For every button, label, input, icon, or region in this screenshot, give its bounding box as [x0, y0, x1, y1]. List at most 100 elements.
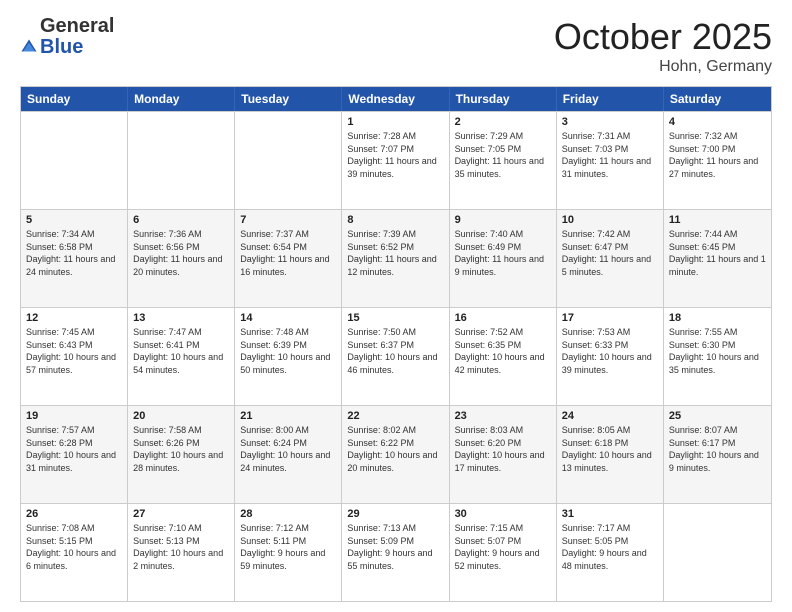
cell-info-text: Sunrise: 8:07 AM Sunset: 6:17 PM Dayligh… — [669, 424, 766, 474]
day-number: 12 — [26, 312, 122, 324]
calendar-cell: 25 Sunrise: 8:07 AM Sunset: 6:17 PM Dayli… — [664, 406, 771, 503]
calendar-cell: 10 Sunrise: 7:42 AM Sunset: 6:47 PM Dayli… — [557, 210, 664, 307]
calendar-cell: 27Sunrise: 7:10 AM Sunset: 5:13 PM Dayli… — [128, 504, 235, 601]
day-number: 13 — [133, 312, 229, 324]
day-number: 18 — [669, 312, 766, 324]
day-number: 17 — [562, 312, 658, 324]
day-number: 15 — [347, 312, 443, 324]
cell-info-text: Sunrise: 7:48 AM Sunset: 6:39 PM Dayligh… — [240, 326, 336, 376]
calendar-cell: 2Sunrise: 7:29 AM Sunset: 7:05 PM Daylig… — [450, 112, 557, 209]
day-number: 10 — [562, 214, 658, 226]
day-number: 25 — [669, 410, 766, 422]
day-number: 14 — [240, 312, 336, 324]
cell-info-text: Sunrise: 7:29 AM Sunset: 7:05 PM Dayligh… — [455, 130, 551, 180]
day-number: 6 — [133, 214, 229, 226]
calendar-cell: 8 Sunrise: 7:39 AM Sunset: 6:52 PM Daylig… — [342, 210, 449, 307]
cell-info-text: Sunrise: 8:00 AM Sunset: 6:24 PM Dayligh… — [240, 424, 336, 474]
cell-info-text: Sunrise: 7:52 AM Sunset: 6:35 PM Dayligh… — [455, 326, 551, 376]
calendar-cell: 4Sunrise: 7:32 AM Sunset: 7:00 PM Daylig… — [664, 112, 771, 209]
calendar-cell: 1 Sunrise: 7:28 AM Sunset: 7:07 PM Daylig… — [342, 112, 449, 209]
title-block: October 2025 Hohn, Germany — [554, 16, 772, 76]
day-number: 9 — [455, 214, 551, 226]
calendar-cell: 14 Sunrise: 7:48 AM Sunset: 6:39 PM Dayli… — [235, 308, 342, 405]
calendar-cell: 5 Sunrise: 7:34 AM Sunset: 6:58 PM Daylig… — [21, 210, 128, 307]
day-header-thursday: Thursday — [450, 87, 557, 111]
cell-info-text: Sunrise: 7:36 AM Sunset: 6:56 PM Dayligh… — [133, 228, 229, 278]
day-header-sunday: Sunday — [21, 87, 128, 111]
calendar-cell: 26 Sunrise: 7:08 AM Sunset: 5:15 PM Dayli… — [21, 504, 128, 601]
logo: General Blue — [20, 16, 114, 58]
cell-info-text: Sunrise: 7:40 AM Sunset: 6:49 PM Dayligh… — [455, 228, 551, 278]
cell-info-text: Sunrise: 7:31 AM Sunset: 7:03 PM Dayligh… — [562, 130, 658, 180]
cell-info-text: Sunrise: 7:34 AM Sunset: 6:58 PM Dayligh… — [26, 228, 122, 278]
calendar-cell: 9 Sunrise: 7:40 AM Sunset: 6:49 PM Daylig… — [450, 210, 557, 307]
logo-general-text: General — [40, 15, 114, 37]
cell-info-text: Sunrise: 7:42 AM Sunset: 6:47 PM Dayligh… — [562, 228, 658, 278]
day-header-wednesday: Wednesday — [342, 87, 449, 111]
day-number: 24 — [562, 410, 658, 422]
logo-blue-text: Blue — [40, 36, 83, 58]
day-number: 8 — [347, 214, 443, 226]
day-number: 30 — [455, 508, 551, 520]
calendar-cell: 7Sunrise: 7:37 AM Sunset: 6:54 PM Daylig… — [235, 210, 342, 307]
location: Hohn, Germany — [554, 58, 772, 76]
day-number: 31 — [562, 508, 658, 520]
cell-info-text: Sunrise: 7:57 AM Sunset: 6:28 PM Dayligh… — [26, 424, 122, 474]
calendar-row-0: 1 Sunrise: 7:28 AM Sunset: 7:07 PM Daylig… — [21, 111, 771, 209]
day-number: 26 — [26, 508, 122, 520]
logo-icon — [20, 38, 38, 56]
cell-info-text: Sunrise: 7:12 AM Sunset: 5:11 PM Dayligh… — [240, 522, 336, 572]
cell-info-text: Sunrise: 7:08 AM Sunset: 5:15 PM Dayligh… — [26, 522, 122, 572]
calendar-cell: 20 Sunrise: 7:58 AM Sunset: 6:26 PM Dayli… — [128, 406, 235, 503]
cell-info-text: Sunrise: 7:10 AM Sunset: 5:13 PM Dayligh… — [133, 522, 229, 572]
calendar-cell: 24 Sunrise: 8:05 AM Sunset: 6:18 PM Dayli… — [557, 406, 664, 503]
day-number: 23 — [455, 410, 551, 422]
cell-info-text: Sunrise: 7:28 AM Sunset: 7:07 PM Dayligh… — [347, 130, 443, 180]
day-header-friday: Friday — [557, 87, 664, 111]
calendar-cell — [664, 504, 771, 601]
cell-info-text: Sunrise: 7:17 AM Sunset: 5:05 PM Dayligh… — [562, 522, 658, 572]
calendar-body: 1 Sunrise: 7:28 AM Sunset: 7:07 PM Daylig… — [21, 111, 771, 601]
cell-info-text: Sunrise: 7:13 AM Sunset: 5:09 PM Dayligh… — [347, 522, 443, 572]
calendar-cell — [235, 112, 342, 209]
calendar-cell: 29Sunrise: 7:13 AM Sunset: 5:09 PM Dayli… — [342, 504, 449, 601]
cell-info-text: Sunrise: 8:05 AM Sunset: 6:18 PM Dayligh… — [562, 424, 658, 474]
cell-info-text: Sunrise: 8:03 AM Sunset: 6:20 PM Dayligh… — [455, 424, 551, 474]
cell-info-text: Sunrise: 7:39 AM Sunset: 6:52 PM Dayligh… — [347, 228, 443, 278]
cell-info-text: Sunrise: 7:58 AM Sunset: 6:26 PM Dayligh… — [133, 424, 229, 474]
calendar-cell: 18Sunrise: 7:55 AM Sunset: 6:30 PM Dayli… — [664, 308, 771, 405]
calendar-cell: 16 Sunrise: 7:52 AM Sunset: 6:35 PM Dayli… — [450, 308, 557, 405]
calendar-cell: 11Sunrise: 7:44 AM Sunset: 6:45 PM Dayli… — [664, 210, 771, 307]
calendar-cell: 21 Sunrise: 8:00 AM Sunset: 6:24 PM Dayli… — [235, 406, 342, 503]
calendar-cell: 12 Sunrise: 7:45 AM Sunset: 6:43 PM Dayli… — [21, 308, 128, 405]
calendar-row-3: 19 Sunrise: 7:57 AM Sunset: 6:28 PM Dayli… — [21, 405, 771, 503]
calendar: SundayMondayTuesdayWednesdayThursdayFrid… — [20, 86, 772, 602]
calendar-cell: 19 Sunrise: 7:57 AM Sunset: 6:28 PM Dayli… — [21, 406, 128, 503]
calendar-row-4: 26 Sunrise: 7:08 AM Sunset: 5:15 PM Dayli… — [21, 503, 771, 601]
calendar-cell: 3Sunrise: 7:31 AM Sunset: 7:03 PM Daylig… — [557, 112, 664, 209]
calendar-cell: 30 Sunrise: 7:15 AM Sunset: 5:07 PM Dayli… — [450, 504, 557, 601]
month-title: October 2025 — [554, 16, 772, 58]
cell-info-text: Sunrise: 7:45 AM Sunset: 6:43 PM Dayligh… — [26, 326, 122, 376]
day-number: 19 — [26, 410, 122, 422]
day-number: 1 — [347, 116, 443, 128]
calendar-cell: 6 Sunrise: 7:36 AM Sunset: 6:56 PM Daylig… — [128, 210, 235, 307]
page: General Blue October 2025 Hohn, Germany … — [0, 0, 792, 612]
day-number: 5 — [26, 214, 122, 226]
day-number: 28 — [240, 508, 336, 520]
calendar-cell — [128, 112, 235, 209]
calendar-cell — [21, 112, 128, 209]
calendar-row-1: 5 Sunrise: 7:34 AM Sunset: 6:58 PM Daylig… — [21, 209, 771, 307]
day-number: 21 — [240, 410, 336, 422]
calendar-cell: 23 Sunrise: 8:03 AM Sunset: 6:20 PM Dayli… — [450, 406, 557, 503]
cell-info-text: Sunrise: 7:50 AM Sunset: 6:37 PM Dayligh… — [347, 326, 443, 376]
day-number: 20 — [133, 410, 229, 422]
cell-info-text: Sunrise: 7:32 AM Sunset: 7:00 PM Dayligh… — [669, 130, 766, 180]
day-number: 7 — [240, 214, 336, 226]
calendar-cell: 17Sunrise: 7:53 AM Sunset: 6:33 PM Dayli… — [557, 308, 664, 405]
cell-info-text: Sunrise: 7:15 AM Sunset: 5:07 PM Dayligh… — [455, 522, 551, 572]
day-number: 22 — [347, 410, 443, 422]
calendar-header-row: SundayMondayTuesdayWednesdayThursdayFrid… — [21, 87, 771, 111]
cell-info-text: Sunrise: 7:47 AM Sunset: 6:41 PM Dayligh… — [133, 326, 229, 376]
day-number: 16 — [455, 312, 551, 324]
